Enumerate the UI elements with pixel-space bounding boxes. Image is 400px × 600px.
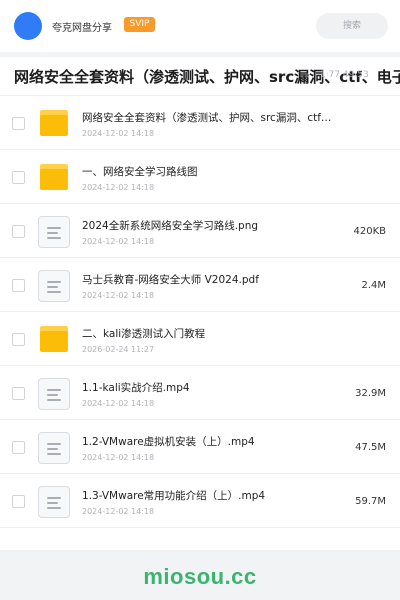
row-checkbox[interactable] bbox=[12, 225, 25, 238]
top-header: 夸克网盘分享 SVIP 搜索 bbox=[0, 0, 400, 52]
file-date: 2024-12-02 14:18 bbox=[82, 453, 155, 462]
file-size: 420KB bbox=[353, 226, 386, 237]
file-row[interactable]: 1.3-VMware常用功能介绍（上）.mp4 2024-12-02 14:18 5… bbox=[0, 474, 400, 528]
row-checkbox[interactable] bbox=[12, 333, 25, 346]
file-row[interactable]: 马士兵教育-网络安全大师 V2024.pdf 2024-12-02 14:18 2.… bbox=[0, 258, 400, 312]
title-meta: 1·77 49·53 bbox=[320, 70, 369, 80]
document-icon bbox=[38, 486, 70, 518]
file-row[interactable]: 网络安全全套资料（渗透测试、护网、src漏洞、ctf、电子书、… 2024-12-… bbox=[0, 96, 400, 150]
file-name[interactable]: 马士兵教育-网络安全大师 V2024.pdf bbox=[82, 272, 259, 287]
document-icon bbox=[38, 378, 70, 410]
file-row[interactable]: 1.1-kali实战介绍.mp4 2024-12-02 14:18 32.9M bbox=[0, 366, 400, 420]
file-size: 2.4M bbox=[361, 280, 386, 291]
file-size: 47.5M bbox=[355, 442, 386, 453]
file-name[interactable]: 一、网络安全学习路线图 bbox=[82, 164, 198, 179]
file-date: 2026-02-24 11:27 bbox=[82, 345, 155, 354]
file-size: 59.7M bbox=[355, 496, 386, 507]
svip-badge: SVIP bbox=[124, 17, 155, 32]
file-list: 网络安全全套资料（渗透测试、护网、src漏洞、ctf、电子书、… 2024-12-… bbox=[0, 95, 400, 550]
file-row[interactable]: 1.2-VMware虚拟机安装（上）.mp4 2024-12-02 14:18 47… bbox=[0, 420, 400, 474]
file-date: 2024-12-02 14:18 bbox=[82, 183, 155, 192]
row-checkbox[interactable] bbox=[12, 117, 25, 130]
document-icon bbox=[38, 432, 70, 464]
file-name[interactable]: 网络安全全套资料（渗透测试、护网、src漏洞、ctf、电子书、… bbox=[82, 110, 340, 125]
file-date: 2024-12-02 14:18 bbox=[82, 291, 155, 300]
folder-title-bar: 网络安全全套资料（渗透测试、护网、src漏洞、ctf、电子 1·77 49·53 bbox=[0, 57, 400, 95]
file-name[interactable]: 二、kali渗透测试入门教程 bbox=[82, 326, 205, 341]
file-name[interactable]: 2024全新系统网络安全学习路线.png bbox=[82, 218, 258, 233]
document-icon bbox=[38, 270, 70, 302]
file-name[interactable]: 1.3-VMware常用功能介绍（上）.mp4 bbox=[82, 488, 265, 503]
file-date: 2024-12-02 14:18 bbox=[82, 129, 155, 138]
file-row[interactable]: 2024全新系统网络安全学习路线.png 2024-12-02 14:18 420K… bbox=[0, 204, 400, 258]
folder-icon bbox=[40, 164, 68, 190]
file-date: 2024-12-02 14:18 bbox=[82, 399, 155, 408]
file-size: 32.9M bbox=[355, 388, 386, 399]
row-checkbox[interactable] bbox=[12, 495, 25, 508]
file-date: 2024-12-02 14:18 bbox=[82, 237, 155, 246]
file-date: 2024-12-02 14:18 bbox=[82, 507, 155, 516]
file-name[interactable]: 1.1-kali实战介绍.mp4 bbox=[82, 380, 190, 395]
row-checkbox[interactable] bbox=[12, 441, 25, 454]
folder-icon bbox=[40, 326, 68, 352]
watermark: miosou.cc bbox=[143, 564, 257, 589]
row-checkbox[interactable] bbox=[12, 171, 25, 184]
document-icon bbox=[38, 216, 70, 248]
search-button[interactable]: 搜索 bbox=[316, 13, 388, 39]
folder-icon bbox=[40, 110, 68, 136]
row-checkbox[interactable] bbox=[12, 279, 25, 292]
file-row[interactable]: 二、kali渗透测试入门教程 2026-02-24 11:27 bbox=[0, 312, 400, 366]
avatar[interactable] bbox=[14, 12, 42, 40]
file-name[interactable]: 1.2-VMware虚拟机安装（上）.mp4 bbox=[82, 434, 255, 449]
file-row[interactable]: 一、网络安全学习路线图 2024-12-02 14:18 bbox=[0, 150, 400, 204]
row-checkbox[interactable] bbox=[12, 387, 25, 400]
sharer-name: 夸克网盘分享 bbox=[52, 23, 112, 34]
